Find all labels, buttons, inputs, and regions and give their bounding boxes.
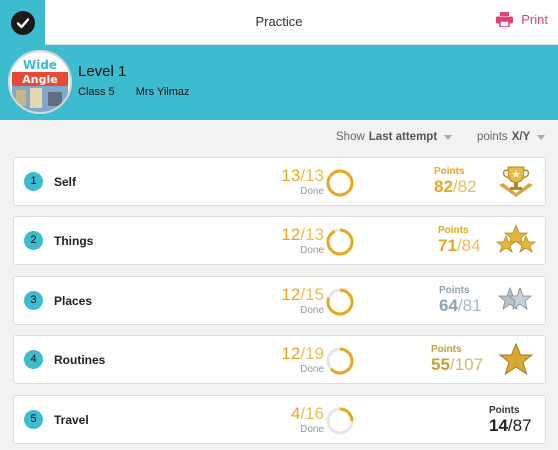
points-label: Points [431,344,462,355]
points-earned: 55 [431,355,450,374]
points-label: Points [439,285,470,296]
top-bar: Practice Print [0,0,558,45]
three-gold-stars-icon [496,223,536,253]
progress-ring [326,347,354,375]
class-info: Class 5 Mrs Yilmaz [78,86,208,98]
unit-points: Points 71/84 [438,225,481,255]
unit-progress: 12/15 Done [272,286,324,317]
unit-title: Places [54,294,93,308]
points-earned: 14 [489,416,508,435]
unit-title: Routines [54,353,106,367]
points-label: Points [438,225,469,236]
done-count: 4 [290,404,301,423]
unit-row[interactable]: 5 Travel 4/16 Done Points 14/87 [13,395,546,444]
done-total: 15 [305,285,324,304]
done-count: 12 [281,225,301,244]
unit-row[interactable]: 4 Routines 12/19 Done Points 55/107 [13,335,546,384]
class-name: Class 5 [78,86,115,98]
show-attempt-dropdown[interactable]: Show Last attempt [336,131,453,143]
unit-number-badge: 5 [24,410,43,429]
points-total: 107 [454,355,484,374]
unit-progress: 12/13 Done [272,226,324,257]
done-total: 13 [305,166,324,185]
points-total: 87 [512,416,532,435]
chevron-down-icon [537,134,546,140]
page-title: Practice [255,14,303,29]
points-format-dropdown[interactable]: points X/Y [477,131,546,143]
unit-number-badge: 4 [24,350,43,369]
points-format-value: X/Y [511,131,531,143]
svg-text:Wide: Wide [23,58,57,72]
done-label: Done [300,424,324,435]
svg-text:Angle: Angle [22,73,57,86]
points-earned: 82 [434,177,453,196]
points-format-label: points [477,131,508,143]
printer-icon [496,12,514,27]
unit-progress: 12/19 Done [272,345,324,376]
unit-progress: 13/13 Done [272,167,324,198]
progress-ring [326,228,354,256]
done-count: 13 [281,166,301,185]
unit-points: Points 14/87 [489,405,532,435]
unit-title: Self [54,175,77,189]
done-label: Done [300,186,324,197]
points-earned: 64 [439,296,458,315]
print-label: Print [521,12,548,27]
unit-number-badge: 3 [24,291,43,310]
done-total: 19 [305,344,324,363]
course-header: Wide Angle Level 1 Class 5 Mrs Yilmaz [0,45,558,120]
silver-stars-icon [497,286,533,310]
unit-row[interactable]: 2 Things 12/13 Done Points 71/84 [13,216,546,265]
progress-ring [326,407,354,435]
progress-ring [326,169,354,197]
done-label: Done [300,364,324,375]
done-total: 13 [305,225,324,244]
unit-progress: 4/16 Done [272,405,324,436]
points-label: Points [434,166,465,177]
done-label: Done [300,305,324,316]
points-label: Points [489,405,520,416]
level-title: Level 1 [78,63,127,80]
course-logo: Wide Angle [8,50,72,114]
points-total: 84 [461,236,481,255]
unit-title: Things [54,234,94,248]
progress-ring [326,288,354,316]
done-count: 12 [281,344,301,363]
done-label: Done [300,245,324,256]
unit-number-badge: 2 [24,231,43,250]
unit-points: Points 64/81 [439,285,482,315]
gold-star-icon [498,342,534,376]
points-total: 82 [457,177,477,196]
unit-row[interactable]: 3 Places 12/15 Done Points 64/81 [13,276,546,325]
print-button[interactable]: Print [496,12,548,27]
unit-points: Points 82/82 [434,166,477,196]
teacher-name: Mrs Yilmaz [135,86,190,98]
done-count: 12 [281,285,301,304]
chevron-down-icon [444,134,453,140]
unit-number-badge: 1 [24,172,43,191]
points-total: 81 [462,296,482,315]
points-earned: 71 [438,236,457,255]
done-total: 16 [305,404,324,423]
show-value: Last attempt [368,131,438,143]
unit-title: Travel [54,413,89,427]
unit-points: Points 55/107 [431,344,484,374]
show-label: Show [336,131,365,143]
unit-row[interactable]: 1 Self 13/13 Done Points 82/82 [13,157,546,206]
trophy-icon [499,166,533,197]
